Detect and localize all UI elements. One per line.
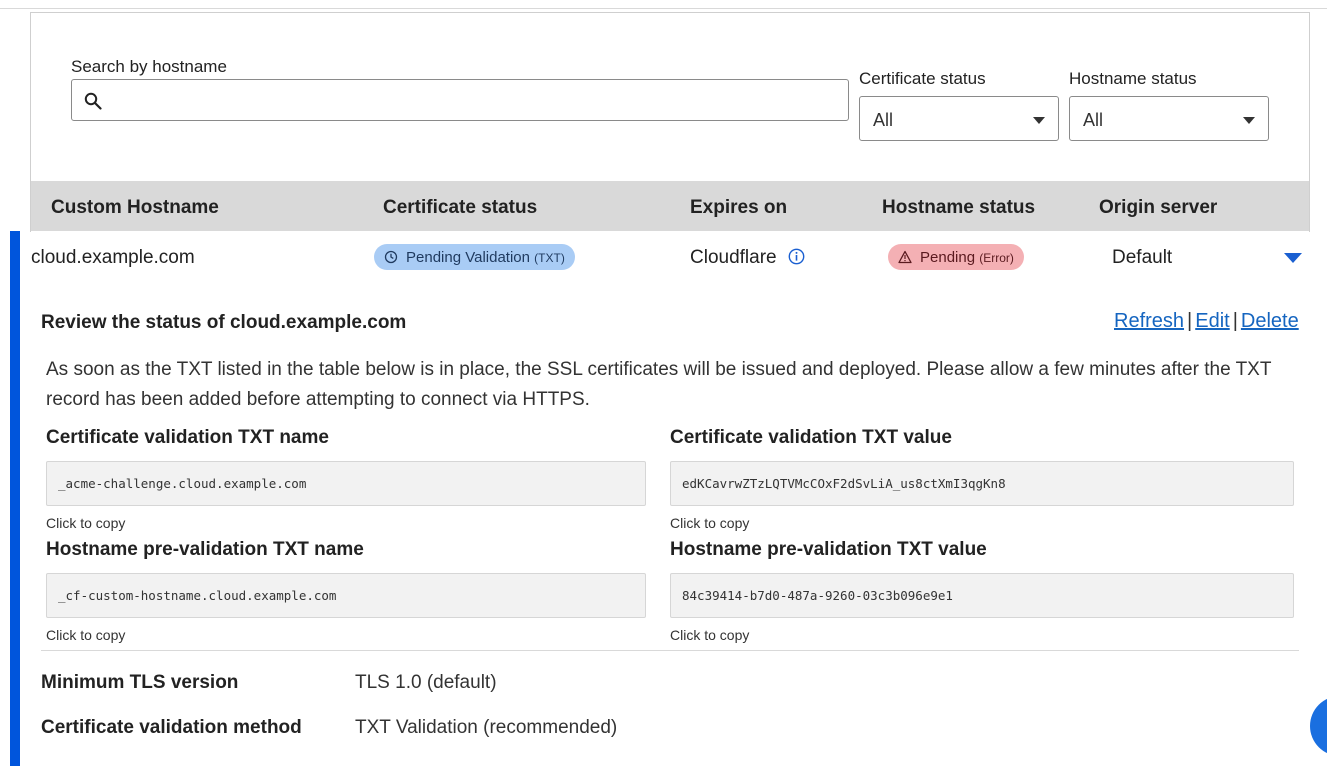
warning-icon (898, 250, 912, 264)
floating-action-button[interactable] (1310, 696, 1327, 756)
validation-method-value: TXT Validation (recommended) (355, 717, 618, 738)
info-icon[interactable] (788, 248, 805, 265)
cert-status-badge: Pending Validation (TXT) (374, 244, 575, 270)
edit-link[interactable]: Edit (1195, 310, 1229, 332)
cert-status-select[interactable]: All (859, 96, 1059, 141)
row-origin-server: Default (1112, 247, 1173, 268)
column-expires-on[interactable]: Expires on (690, 197, 787, 219)
column-hostname-status[interactable]: Hostname status (882, 197, 1035, 219)
hostname-status-select[interactable]: All (1069, 96, 1269, 141)
action-separator: | (1232, 310, 1238, 332)
pre-txt-name-label: Hostname pre-validation TXT name (46, 539, 364, 560)
cert-txt-name-copy-field[interactable]: _acme-challenge.cloud.example.com (46, 461, 646, 506)
delete-link[interactable]: Delete (1241, 310, 1299, 332)
copy-hint: Click to copy (670, 515, 750, 531)
copy-hint: Click to copy (670, 627, 750, 643)
cert-status-text: Pending Validation (406, 248, 530, 266)
search-input[interactable] (112, 86, 832, 114)
hostname-status-filter-label: Hostname status (1069, 69, 1197, 88)
search-field[interactable] (71, 79, 849, 121)
refresh-link[interactable]: Refresh (1114, 310, 1184, 332)
hostname-status-badge: Pending (Error) (888, 244, 1024, 270)
pre-txt-name-copy-field[interactable]: _cf-custom-hostname.cloud.example.com (46, 573, 646, 618)
cert-txt-value-label: Certificate validation TXT value (670, 427, 952, 448)
clock-icon (384, 250, 398, 264)
detail-description: As soon as the TXT listed in the table b… (46, 359, 1272, 410)
action-separator: | (1187, 310, 1193, 332)
detail-actions: Refresh | Edit | Delete (1114, 310, 1299, 333)
top-divider (0, 8, 1327, 9)
cert-status-select-value: All (873, 110, 894, 130)
copy-hint: Click to copy (46, 627, 126, 643)
search-icon (84, 92, 102, 110)
column-certificate-status[interactable]: Certificate status (383, 197, 537, 219)
min-tls-value: TLS 1.0 (default) (355, 672, 497, 693)
column-origin-server[interactable]: Origin server (1099, 197, 1217, 219)
chevron-down-icon (1243, 117, 1255, 124)
search-label: Search by hostname (71, 57, 227, 76)
copy-hint: Click to copy (46, 515, 126, 531)
cert-status-suffix: (TXT) (534, 250, 565, 265)
chevron-down-icon[interactable] (1284, 253, 1302, 263)
cert-status-filter-label: Certificate status (859, 69, 986, 88)
validation-method-label: Certificate validation method (41, 717, 302, 738)
pre-txt-value-copy-field[interactable]: 84c39414-b7d0-487a-9260-03c3b096e9e1 (670, 573, 1294, 618)
pre-txt-value-label: Hostname pre-validation TXT value (670, 539, 987, 560)
table-header: Custom Hostname Certificate status Expir… (31, 181, 1309, 231)
hostname-status-select-value: All (1083, 110, 1104, 130)
hostname-status-text: Pending (920, 248, 976, 266)
cert-txt-value-copy-field[interactable]: edKCavrwZTzLQTVMcCOxF2dSvLiA_us8ctXmI3qg… (670, 461, 1294, 506)
min-tls-label: Minimum TLS version (41, 672, 239, 693)
cert-txt-name-label: Certificate validation TXT name (46, 427, 329, 448)
hostname-status-suffix: (Error) (979, 250, 1014, 265)
selected-row-indicator (10, 231, 20, 766)
chevron-down-icon (1033, 117, 1045, 124)
row-hostname: cloud.example.com (31, 247, 195, 268)
column-custom-hostname[interactable]: Custom Hostname (51, 197, 219, 219)
section-divider (41, 650, 1299, 651)
detail-title: Review the status of cloud.example.com (41, 312, 407, 333)
row-expires-on: Cloudflare (690, 247, 777, 268)
